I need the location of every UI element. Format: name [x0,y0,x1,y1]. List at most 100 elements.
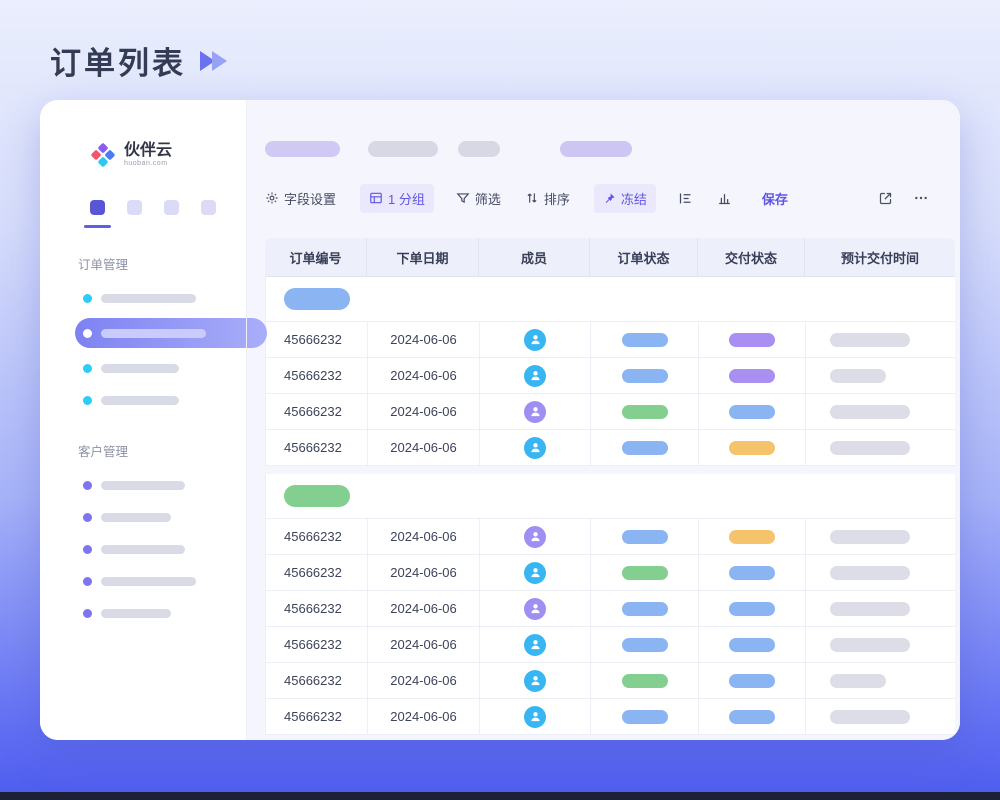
eta-cell[interactable] [806,358,955,393]
column-header-order-no[interactable]: 订单编号 [265,238,367,276]
eta-cell[interactable] [806,663,955,698]
order-date-cell[interactable]: 2024-06-06 [368,394,480,429]
order-no-cell[interactable]: 45666232 [266,322,368,357]
delivery-status-cell[interactable] [699,663,806,698]
order-date-cell[interactable]: 2024-06-06 [368,591,480,626]
order-status-cell[interactable] [591,699,699,734]
member-cell[interactable] [480,591,591,626]
table-header: 订单编号 下单日期 成员 订单状态 交付状态 预计交付时间 [265,238,955,277]
order-status-cell[interactable] [591,322,699,357]
delivery-status-cell[interactable] [699,358,806,393]
nav-square[interactable] [164,200,179,215]
delivery-status-cell[interactable] [699,519,806,554]
delivery-status-cell[interactable] [699,322,806,357]
field-settings-button[interactable]: 字段设置 [265,189,336,208]
sidebar-item[interactable] [75,598,247,628]
sidebar-item[interactable] [75,283,247,313]
breadcrumb-pill[interactable] [458,141,500,157]
group-header-row[interactable] [265,474,955,519]
delivery-status-cell[interactable] [699,555,806,590]
member-cell[interactable] [480,322,591,357]
order-status-cell[interactable] [591,591,699,626]
breadcrumb-pill[interactable] [265,141,340,157]
order-status-cell[interactable] [591,627,699,662]
nav-square[interactable] [201,200,216,215]
delivery-status-cell[interactable] [699,394,806,429]
order-status-cell[interactable] [591,358,699,393]
more-button[interactable] [913,190,929,206]
order-no-cell[interactable]: 45666232 [266,430,368,465]
column-header-member[interactable]: 成员 [479,238,590,276]
chart-view-button[interactable] [717,191,732,206]
column-header-delivery-status[interactable]: 交付状态 [698,238,805,276]
sidebar-item[interactable] [75,470,247,500]
freeze-button[interactable]: 冻结 [594,184,656,213]
member-cell[interactable] [480,555,591,590]
label-placeholder [101,396,179,405]
order-no-cell[interactable]: 45666232 [266,394,368,429]
delivery-status-cell[interactable] [699,627,806,662]
group-button[interactable]: 1 分组 [360,184,434,213]
sidebar-item[interactable] [75,318,267,348]
member-cell[interactable] [480,430,591,465]
eta-cell[interactable] [806,394,955,429]
order-status-cell[interactable] [591,430,699,465]
breadcrumb-pill[interactable] [368,141,438,157]
order-no-cell[interactable]: 45666232 [266,591,368,626]
order-no-cell[interactable]: 45666232 [266,555,368,590]
sidebar-item[interactable] [75,534,247,564]
member-cell[interactable] [480,699,591,734]
order-date-cell[interactable]: 2024-06-06 [368,519,480,554]
order-no-cell[interactable]: 45666232 [266,519,368,554]
order-status-cell[interactable] [591,394,699,429]
order-status-pill [622,674,668,688]
order-status-cell[interactable] [591,555,699,590]
order-no-cell[interactable]: 45666232 [266,358,368,393]
member-cell[interactable] [480,394,591,429]
order-date-cell[interactable]: 2024-06-06 [368,358,480,393]
row-height-button[interactable] [678,191,693,206]
eta-cell[interactable] [806,519,955,554]
sidebar-item[interactable] [75,566,247,596]
save-button[interactable]: 保存 [762,189,788,208]
nav-square-active[interactable] [90,200,105,215]
order-status-cell[interactable] [591,519,699,554]
column-header-order-date[interactable]: 下单日期 [367,238,479,276]
sidebar-item[interactable] [75,353,247,383]
order-no-cell[interactable]: 45666232 [266,663,368,698]
member-cell[interactable] [480,519,591,554]
sort-button[interactable]: 排序 [525,189,570,208]
nav-square[interactable] [127,200,142,215]
order-date-cell[interactable]: 2024-06-06 [368,430,480,465]
eta-cell[interactable] [806,322,955,357]
delivery-status-cell[interactable] [699,591,806,626]
order-date-cell[interactable]: 2024-06-06 [368,663,480,698]
member-cell[interactable] [480,663,591,698]
delivery-status-cell[interactable] [699,430,806,465]
eta-cell[interactable] [806,699,955,734]
eta-placeholder [830,710,910,724]
share-button[interactable] [878,191,893,206]
column-header-order-status[interactable]: 订单状态 [590,238,698,276]
brand-logo[interactable]: 伙伴云 huoban.com [90,142,247,168]
sidebar-item[interactable] [75,385,247,415]
order-date-cell[interactable]: 2024-06-06 [368,699,480,734]
order-no-cell[interactable]: 45666232 [266,627,368,662]
order-no-cell[interactable]: 45666232 [266,699,368,734]
filter-button[interactable]: 筛选 [456,189,501,208]
delivery-status-cell[interactable] [699,699,806,734]
eta-cell[interactable] [806,591,955,626]
group-header-row[interactable] [265,277,955,322]
eta-cell[interactable] [806,430,955,465]
order-status-cell[interactable] [591,663,699,698]
breadcrumb-pill[interactable] [560,141,632,157]
order-date-cell[interactable]: 2024-06-06 [368,322,480,357]
column-header-eta[interactable]: 预计交付时间 [805,238,955,276]
sidebar-item[interactable] [75,502,247,532]
member-cell[interactable] [480,358,591,393]
order-date-cell[interactable]: 2024-06-06 [368,555,480,590]
eta-cell[interactable] [806,555,955,590]
order-date-cell[interactable]: 2024-06-06 [368,627,480,662]
eta-cell[interactable] [806,627,955,662]
member-cell[interactable] [480,627,591,662]
